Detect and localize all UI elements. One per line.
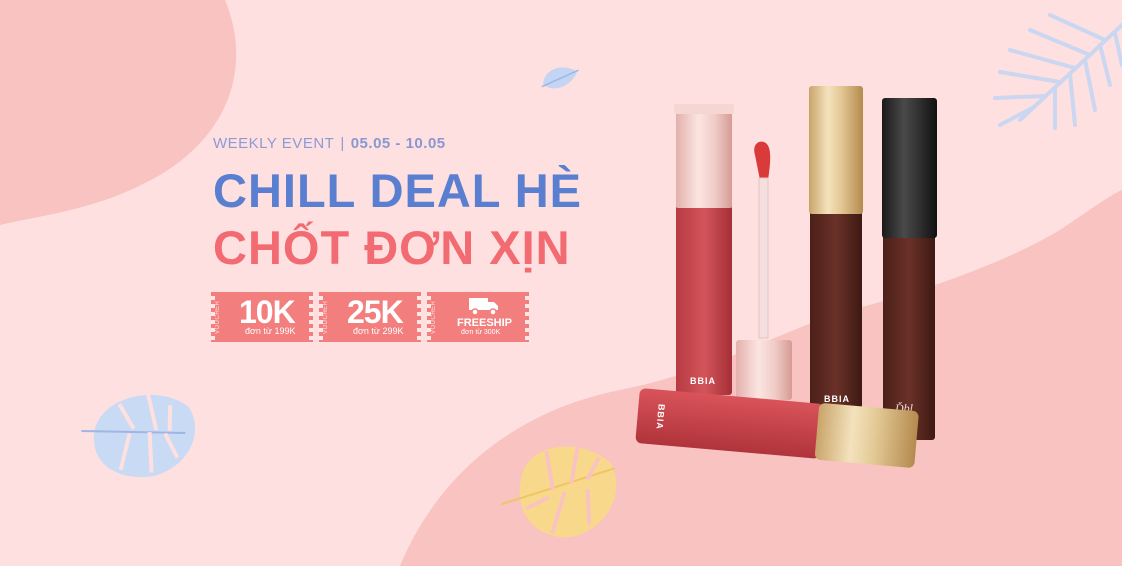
voucher-side-label: VOUCHER [215,300,221,334]
promo-banner[interactable]: BBIA BBIA Ďbl BBIA WEEKLY EVENT | 05.05 - [0,0,1122,566]
voucher-condition: đơn từ 300K [461,329,501,336]
banner-artwork: BBIA BBIA Ďbl BBIA [0,0,1122,566]
voucher-amount: FREESHIP [457,317,513,329]
voucher-freeship[interactable]: VOUCHER FREESHIP đơn từ 300K [427,292,529,342]
voucher-side-label: VOUCHER [323,300,329,334]
voucher-perforation [525,292,529,342]
lip-tint-brown-black-standing: Ďbl [882,98,937,440]
voucher-condition: đơn từ 299K [353,326,404,336]
event-separator: | [340,135,345,152]
headline-line-1: CHILL DEAL HÈ [213,164,583,217]
voucher-perforation [417,292,421,342]
lip-tint-brown-gold-standing: BBIA [809,86,863,408]
weekly-event-line: WEEKLY EVENT | 05.05 - 10.05 [213,135,446,152]
event-dates: 05.05 - 10.05 [350,135,446,152]
voucher-perforation [309,292,313,342]
delivery-truck-icon [469,298,498,316]
event-label: WEEKLY EVENT [213,135,335,152]
lip-tint-red-standing: BBIA [674,104,734,395]
product-brand-label: BBIA [690,376,716,386]
voucher-condition: đơn từ 199K [245,326,296,336]
voucher-10k[interactable]: VOUCHER 10K đơn từ 199K [211,292,313,342]
headline-line-2: CHỐT ĐƠN XỊN [213,221,571,274]
voucher-side-label: VOUCHER [431,300,437,334]
voucher-25k[interactable]: VOUCHER 25K đơn từ 299K [319,292,421,342]
product-brand-label: BBIA [824,394,850,404]
